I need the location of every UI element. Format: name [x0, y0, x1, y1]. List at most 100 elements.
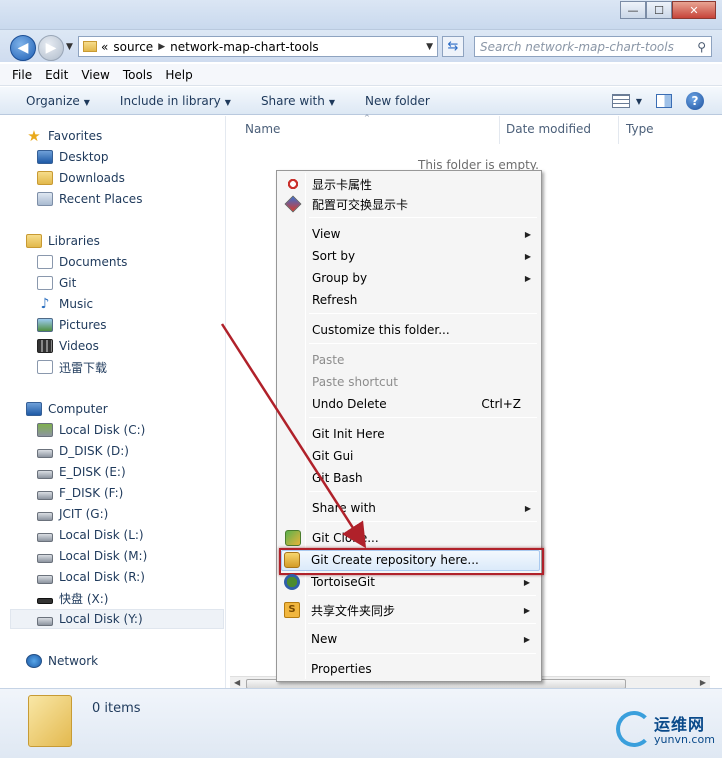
command-bar: Organize ▼ Include in library ▼ Share with…	[0, 87, 722, 115]
menu-item-share-with[interactable]: Share with ▶	[279, 497, 539, 519]
breadcrumb-overflow[interactable]: «	[101, 40, 108, 54]
nav-drive-m[interactable]: Local Disk (M:)	[37, 546, 147, 566]
menu-help[interactable]: Help	[165, 68, 192, 82]
menu-item-git-gui[interactable]: Git Gui	[279, 445, 539, 467]
menu-item-refresh[interactable]: Refresh	[279, 289, 539, 311]
share-with-button[interactable]: Share with ▼	[261, 94, 335, 108]
nav-computer[interactable]: Computer	[26, 399, 108, 419]
menu-item-paste: Paste	[312, 353, 345, 367]
menu-item-customize-folder[interactable]: Customize this folder...	[279, 319, 539, 341]
drive-icon	[37, 553, 53, 563]
scroll-right-icon[interactable]: ▶	[700, 678, 706, 687]
search-input[interactable]: Search network-map-chart-tools ⚲	[474, 36, 712, 57]
menu-edit[interactable]: Edit	[45, 68, 68, 82]
nav-recent-places[interactable]: Recent Places	[37, 189, 142, 209]
menu-item-display-properties[interactable]: 显示卡属性	[279, 173, 539, 195]
diamond-icon	[284, 195, 302, 213]
menu-item-group-by[interactable]: Group by ▶	[279, 267, 539, 289]
nav-drive-g[interactable]: JCIT (G:)	[37, 504, 108, 524]
menu-separator	[309, 521, 537, 522]
minimize-button[interactable]: —	[620, 1, 646, 19]
menu-item-git-clone[interactable]: Git Clone...	[279, 527, 539, 549]
nav-drive-e[interactable]: E_DISK (E:)	[37, 462, 126, 482]
nav-favorites[interactable]: ★ Favorites	[26, 126, 102, 146]
downloads-folder-icon	[37, 171, 53, 185]
scroll-left-icon[interactable]: ◀	[234, 678, 240, 687]
preview-pane-icon[interactable]	[656, 94, 672, 108]
address-dropdown-icon[interactable]: ▼	[426, 42, 433, 52]
close-button[interactable]: ✕	[672, 1, 716, 19]
nav-documents[interactable]: Documents	[37, 252, 127, 272]
removable-drive-icon	[37, 598, 53, 604]
pictures-icon	[37, 318, 53, 332]
column-divider[interactable]	[499, 116, 500, 144]
address-bar-row: ◀ ▶ ▼ « source ▶ network-map-chart-tools…	[0, 30, 722, 62]
menu-item-git-bash[interactable]: Git Bash	[279, 467, 539, 489]
nav-drive-x[interactable]: 快盘 (X:)	[37, 588, 108, 608]
nav-downloads[interactable]: Downloads	[37, 168, 125, 188]
menu-item-paste-shortcut: Paste shortcut	[312, 375, 398, 389]
organize-button[interactable]: Organize ▼	[26, 94, 90, 108]
change-view-icon[interactable]	[611, 94, 630, 108]
nav-drive-d[interactable]: D_DISK (D:)	[37, 441, 129, 461]
nav-drive-r[interactable]: Local Disk (R:)	[37, 567, 145, 587]
submenu-arrow-icon: ▶	[524, 273, 531, 283]
search-icon[interactable]: ⚲	[697, 40, 706, 54]
breadcrumb-chevron-icon[interactable]: ▶	[158, 42, 165, 52]
menu-item-sort-by[interactable]: Sort by ▶	[279, 245, 539, 267]
nav-drive-c[interactable]: Local Disk (C:)	[37, 420, 145, 440]
nav-thunder-downloads[interactable]: 迅雷下载	[37, 357, 107, 377]
new-folder-button[interactable]: New folder	[365, 94, 430, 108]
maximize-button[interactable]: ☐	[646, 1, 672, 19]
column-header-name[interactable]: Name	[245, 122, 280, 136]
column-divider[interactable]	[618, 116, 619, 144]
forward-button[interactable]: ▶	[38, 35, 64, 61]
nav-drive-f[interactable]: F_DISK (F:)	[37, 483, 123, 503]
recent-places-icon	[37, 192, 53, 206]
menu-item-new[interactable]: New ▶	[278, 628, 538, 650]
menu-item-switchable-graphics[interactable]: 配置可交换显示卡	[279, 193, 539, 215]
breadcrumb-source[interactable]: source	[113, 40, 153, 54]
submenu-arrow-icon: ▶	[523, 634, 530, 644]
menu-item-properties[interactable]: Properties	[278, 658, 538, 680]
drive-icon	[37, 574, 53, 584]
git-library-icon	[37, 276, 53, 290]
view-options-dropdown-icon[interactable]: ▼	[636, 97, 642, 106]
menu-view[interactable]: View	[81, 68, 109, 82]
nav-network[interactable]: Network	[26, 651, 98, 671]
details-pane: 0 items 运维网 yunvn.com	[0, 688, 722, 758]
nav-videos[interactable]: Videos	[37, 336, 99, 356]
watermark-en: yunvn.com	[654, 733, 715, 746]
refresh-icon[interactable]: ⇆	[442, 36, 464, 57]
menu-item-view[interactable]: View ▶	[279, 223, 539, 245]
folder-icon	[28, 695, 72, 747]
breadcrumb-current-folder[interactable]: network-map-chart-tools	[170, 40, 319, 54]
nav-pictures[interactable]: Pictures	[37, 315, 107, 335]
nav-drive-l[interactable]: Local Disk (L:)	[37, 525, 144, 545]
nav-music[interactable]: ♪ Music	[37, 294, 94, 314]
film-icon	[37, 339, 53, 353]
menu-separator	[309, 491, 537, 492]
tortoisegit-icon	[284, 574, 300, 590]
help-icon[interactable]: ?	[686, 92, 704, 110]
include-in-library-button[interactable]: Include in library ▼	[120, 94, 231, 108]
menu-file[interactable]: File	[12, 68, 32, 82]
menu-item-undo-delete[interactable]: Undo Delete Ctrl+Z	[279, 393, 539, 415]
column-header-type[interactable]: Type	[626, 122, 654, 136]
column-header-date-modified[interactable]: Date modified	[506, 122, 591, 136]
recent-pages-dropdown[interactable]: ▼	[66, 42, 73, 52]
nav-libraries[interactable]: Libraries	[26, 231, 100, 251]
submenu-arrow-icon: ▶	[524, 503, 531, 513]
navigation-pane: ★ Favorites Desktop Downloads Recent Plac…	[0, 116, 226, 688]
menu-item-git-init-here[interactable]: Git Init Here	[279, 423, 539, 445]
nav-git[interactable]: Git	[37, 273, 76, 293]
menu-item-share-folder-sync[interactable]: S 共享文件夹同步 ▶	[278, 599, 538, 621]
nav-drive-y[interactable]: Local Disk (Y:)	[10, 609, 224, 629]
submenu-arrow-icon: ▶	[524, 229, 531, 239]
nav-desktop[interactable]: Desktop	[37, 147, 109, 167]
menu-tools[interactable]: Tools	[123, 68, 153, 82]
address-field[interactable]: « source ▶ network-map-chart-tools ▼	[78, 36, 438, 57]
back-button[interactable]: ◀	[10, 35, 36, 61]
drive-icon	[37, 469, 53, 479]
menu-item-tortoisegit[interactable]: TortoiseGit ▶	[278, 571, 538, 593]
